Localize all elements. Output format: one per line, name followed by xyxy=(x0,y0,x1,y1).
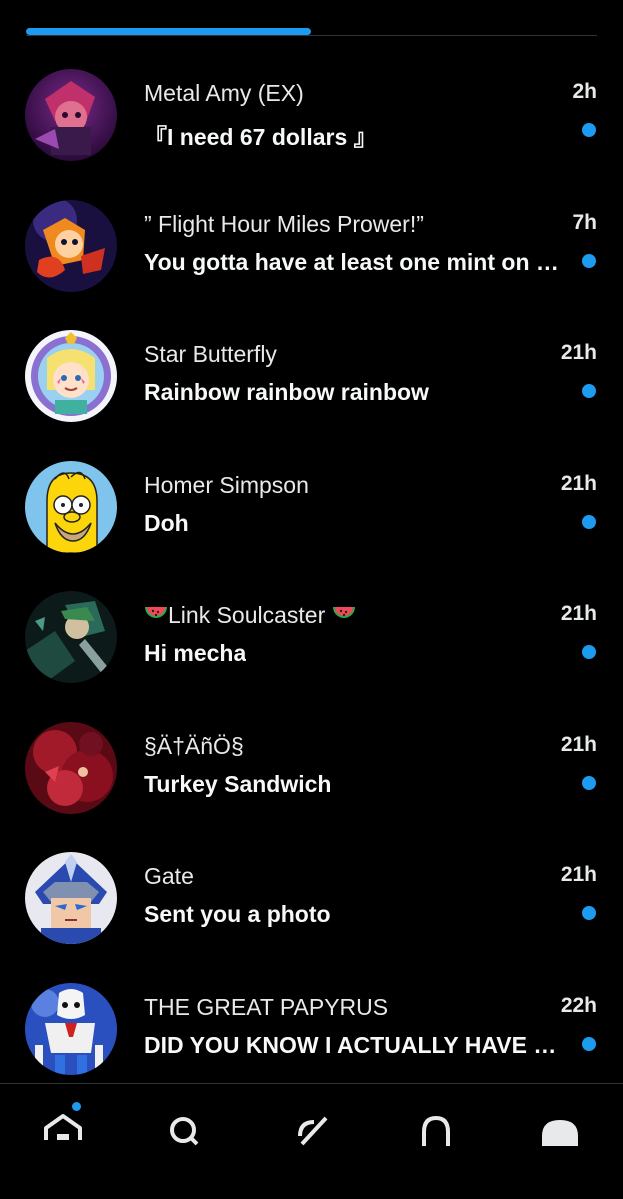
unread-dot-icon xyxy=(582,384,596,398)
conversation-name: Gate xyxy=(144,863,194,889)
watermelon-icon xyxy=(332,604,356,631)
conversation-preview: Turkey Sandwich xyxy=(144,770,332,797)
conversation-time: 22h xyxy=(560,993,597,1017)
search-icon xyxy=(170,1117,199,1146)
tab-active-indicator xyxy=(26,28,311,35)
conversation-time: 21h xyxy=(560,602,597,625)
conversation-name: Metal Amy (EX) xyxy=(144,80,304,106)
conversation-row[interactable]: §Ä†ÄñÖ§ 21h Turkey Sandwich xyxy=(0,708,623,839)
conversation-time: 21h xyxy=(560,341,597,364)
tab-track xyxy=(26,35,597,36)
metal-amy-avatar[interactable] xyxy=(25,69,117,161)
nav-messages[interactable] xyxy=(530,1106,590,1146)
conversation-time: 21h xyxy=(560,863,597,886)
conversation-name-text: Link Soulcaster xyxy=(168,602,326,628)
home-badge-dot xyxy=(72,1102,81,1111)
tails-avatar[interactable] xyxy=(25,199,117,292)
conversation-name: Link Soulcaster xyxy=(144,602,356,631)
bottom-nav xyxy=(0,1084,623,1199)
link-avatar[interactable] xyxy=(25,591,117,683)
unread-dot-icon xyxy=(582,1036,596,1051)
conversation-preview: Rainbow rainbow rainbow xyxy=(144,379,429,405)
conversation-name: THE GREAT PAPYRUS xyxy=(144,993,389,1020)
unread-dot-icon xyxy=(582,906,596,920)
conversation-name: §Ä†ÄñÖ§ xyxy=(144,732,244,759)
grok-icon xyxy=(298,1116,328,1146)
conversation-name: ” Flight Hour Miles Prower!” xyxy=(144,210,424,237)
conversation-preview: Sent you a photo xyxy=(144,901,331,927)
conversation-preview: You gotta have at least one mint on … xyxy=(144,248,559,275)
gate-avatar[interactable] xyxy=(25,852,117,944)
watermelon-icon xyxy=(144,604,168,631)
conversation-row[interactable]: Star Butterfly 21h Rainbow rainbow rainb… xyxy=(0,316,623,447)
conversation-time: 7h xyxy=(572,210,597,234)
conversation-list: Metal Amy (EX) 2h 『I need 67 dollars 』 ”… xyxy=(0,55,623,1099)
conversation-name: Star Butterfly xyxy=(144,341,277,367)
unread-dot-icon xyxy=(582,514,596,529)
notifications-icon xyxy=(422,1115,450,1146)
conversation-row[interactable]: ” Flight Hour Miles Prower!” 7h You gott… xyxy=(0,186,623,317)
conversation-name: Homer Simpson xyxy=(144,471,309,498)
conversation-preview: 『I need 67 dollars 』 xyxy=(144,124,377,150)
conversation-row[interactable]: Gate 21h Sent you a photo xyxy=(0,838,623,969)
conversation-preview: Doh xyxy=(144,509,189,536)
tab-indicator-bar[interactable] xyxy=(26,28,597,36)
unread-dot-icon xyxy=(582,775,596,790)
papyrus-avatar[interactable] xyxy=(25,982,117,1075)
unread-dot-icon xyxy=(582,123,596,137)
conversation-preview: Hi mecha xyxy=(144,640,247,666)
conversation-row[interactable]: Homer Simpson 21h Doh xyxy=(0,447,623,578)
messages-icon xyxy=(542,1120,578,1146)
conversation-row[interactable]: THE GREAT PAPYRUS 22h DID YOU KNOW I ACT… xyxy=(0,969,623,1100)
conversation-time: 2h xyxy=(572,80,597,103)
unread-dot-icon xyxy=(582,253,596,268)
nav-grok[interactable] xyxy=(282,1106,342,1146)
star-butterfly-avatar[interactable] xyxy=(25,330,117,422)
conversation-row[interactable]: Metal Amy (EX) 2h 『I need 67 dollars 』 xyxy=(0,55,623,186)
messages-screen: Metal Amy (EX) 2h 『I need 67 dollars 』 ”… xyxy=(0,0,623,1199)
home-icon xyxy=(44,1114,82,1140)
conversation-time: 21h xyxy=(560,732,597,756)
conversation-time: 21h xyxy=(560,471,597,495)
satanos-avatar[interactable] xyxy=(25,721,117,814)
unread-dot-icon xyxy=(582,645,596,659)
conversation-row[interactable]: Link Soulcaster 21h Hi mecha xyxy=(0,577,623,708)
conversation-preview: DID YOU KNOW I ACTUALLY HAVE … xyxy=(144,1031,557,1058)
nav-home[interactable] xyxy=(33,1102,93,1146)
nav-notifications[interactable] xyxy=(406,1106,466,1146)
nav-search[interactable] xyxy=(153,1106,213,1146)
homer-avatar[interactable] xyxy=(25,460,117,553)
